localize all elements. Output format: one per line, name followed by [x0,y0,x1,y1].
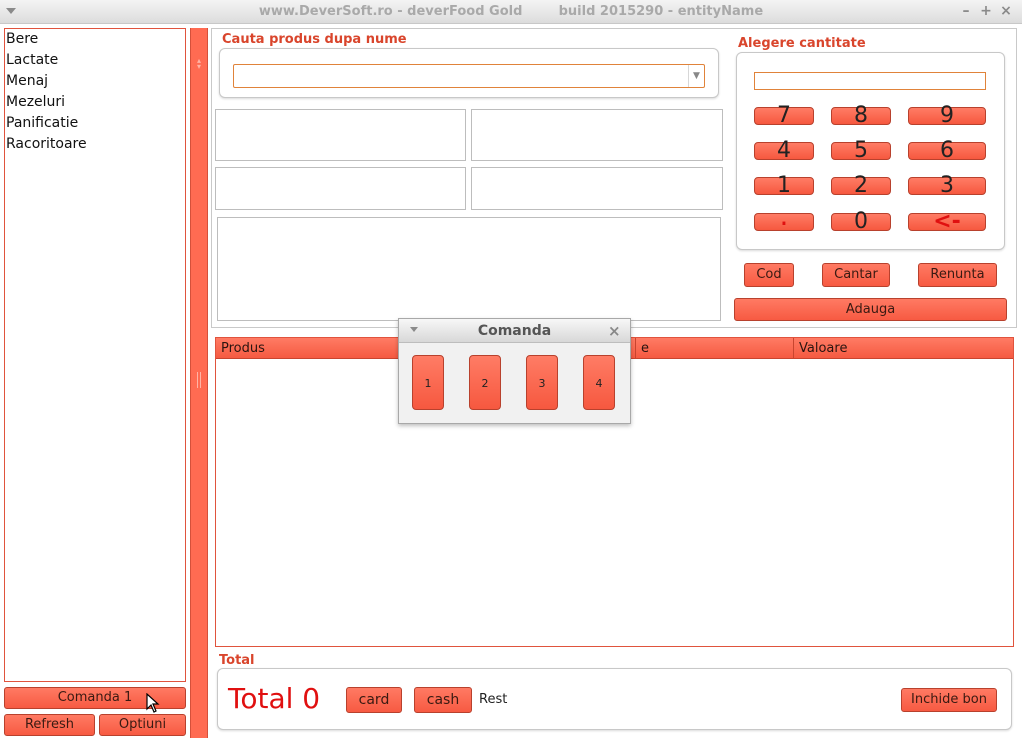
category-item[interactable]: Bere [5,29,185,50]
product-search-combobox[interactable]: ▼ [233,64,705,88]
key-7[interactable]: 7 [754,105,814,127]
popup-close-icon[interactable]: × [608,322,621,340]
product-info-box [215,109,466,161]
close-icon[interactable]: × [998,3,1014,19]
split-grip-icon[interactable] [197,372,201,388]
search-label: Cauta produs dupa nume [222,32,407,47]
product-details-box [217,217,721,321]
quantity-input[interactable] [754,72,986,90]
maximize-icon[interactable]: + [978,3,994,19]
key-1[interactable]: 1 [754,175,814,197]
key-5[interactable]: 5 [831,140,891,162]
window-titlebar: www.DeverSoft.ro - deverFood Gold build … [0,0,1022,24]
comanda-3-button[interactable]: 3 [526,355,558,410]
column-header[interactable]: e [636,338,794,359]
key-9[interactable]: 9 [908,105,986,127]
rest-label: Rest [479,692,508,707]
adauga-button[interactable]: Adauga [734,298,1007,321]
mouse-cursor-icon [146,693,160,713]
popup-titlebar[interactable]: Comanda × [399,319,630,343]
key-3[interactable]: 3 [908,175,986,197]
comanda-4-button[interactable]: 4 [583,355,615,410]
comanda-popup: Comanda × 1 2 3 4 [398,318,631,424]
refresh-button[interactable]: Refresh [4,714,95,736]
cash-button[interactable]: cash [414,687,472,713]
collapse-arrows-icon[interactable]: ▴ ▾ [197,57,201,76]
card-button[interactable]: card [346,687,402,713]
key-0[interactable]: 0 [831,211,891,233]
key-8[interactable]: 8 [831,105,891,127]
category-item[interactable]: Menaj [5,71,185,92]
column-header-valoare[interactable]: Valoare [794,338,1015,359]
window-title: www.DeverSoft.ro - deverFood Gold build … [258,4,764,19]
product-info-box [471,167,723,210]
key-6[interactable]: 6 [908,140,986,162]
chevron-down-icon[interactable]: ▼ [688,65,704,87]
key-2[interactable]: 2 [831,175,891,197]
total-group [217,668,1012,730]
product-info-box [471,109,723,161]
total-label: Total [219,653,255,668]
comanda-1-button[interactable]: 1 [412,355,444,410]
quantity-label: Alegere cantitate [738,36,866,51]
comanda-2-button[interactable]: 2 [469,355,501,410]
category-item[interactable]: Lactate [5,50,185,71]
key-decimal[interactable]: . [754,202,814,231]
optiuni-button[interactable]: Optiuni [99,714,186,736]
category-item[interactable]: Racoritoare [5,134,185,155]
inchide-bon-button[interactable]: Inchide bon [901,688,997,712]
key-4[interactable]: 4 [754,140,814,162]
popup-title: Comanda [477,323,552,339]
cantar-button[interactable]: Cantar [822,263,890,287]
category-item[interactable]: Mezeluri [5,92,185,113]
total-amount: Total 0 [228,682,321,715]
key-backspace[interactable]: <- [908,211,986,233]
renunta-button[interactable]: Renunta [918,263,997,287]
minimize-icon[interactable]: – [958,3,974,19]
category-item[interactable]: Panificatie [5,113,185,134]
category-list[interactable]: Bere Lactate Menaj Mezeluri Panificatie … [4,28,186,682]
product-info-box [215,167,466,210]
cod-button[interactable]: Cod [744,263,794,287]
